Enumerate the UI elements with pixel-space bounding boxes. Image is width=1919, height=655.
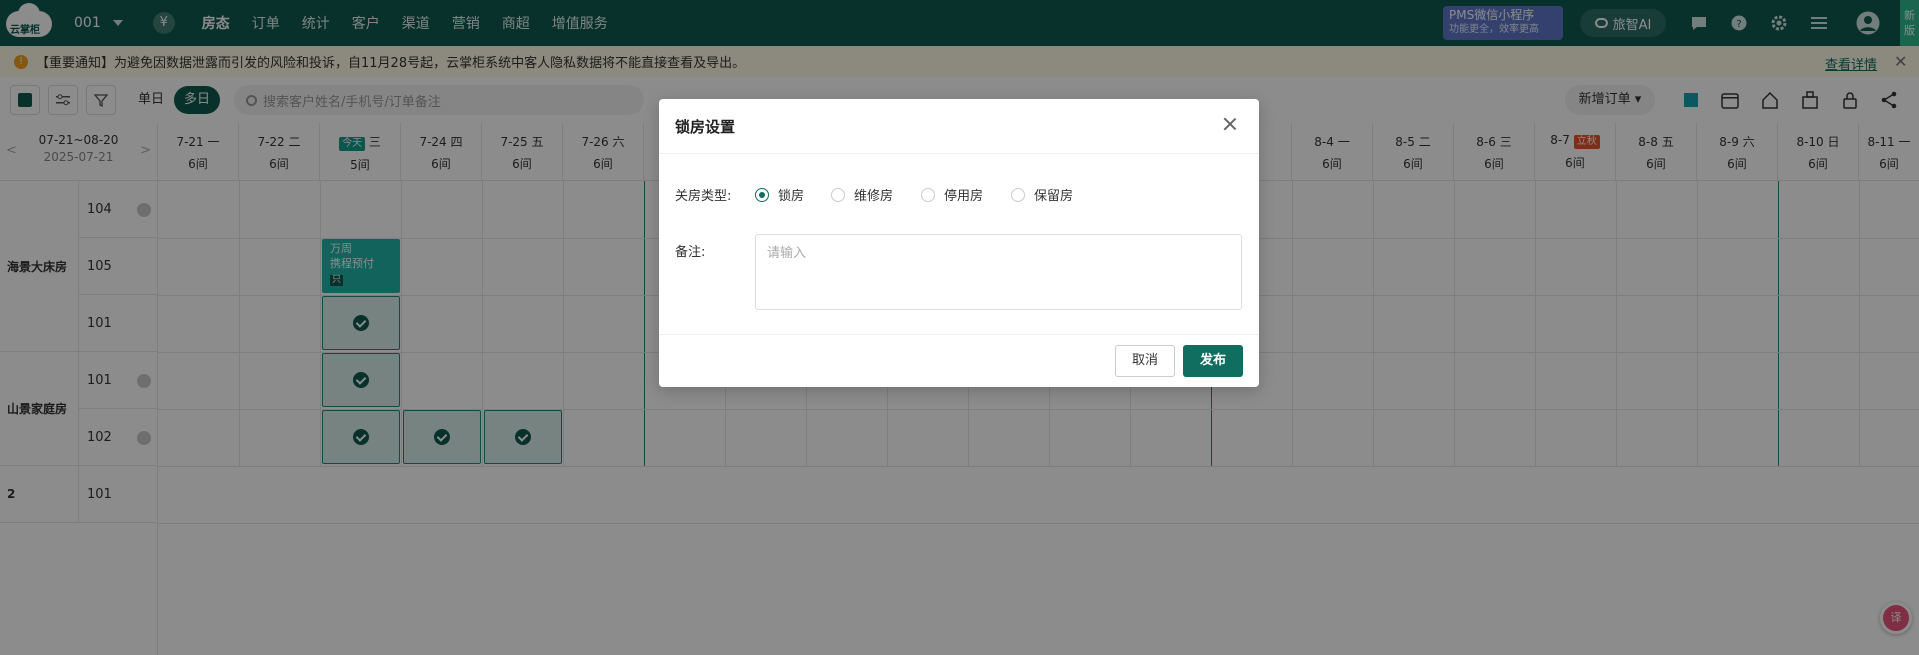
lock-room-dialog: 锁房设置 关房类型: 锁房 维修房 停用房 保留房 备注: 取消 发布 bbox=[659, 99, 1259, 387]
radio-dot bbox=[831, 187, 845, 202]
divider bbox=[659, 153, 1259, 154]
radio-repair-room[interactable]: 维修房 bbox=[831, 185, 893, 204]
radio-reserved-room[interactable]: 保留房 bbox=[1011, 185, 1073, 204]
publish-button[interactable]: 发布 bbox=[1183, 345, 1243, 377]
remark-input[interactable] bbox=[755, 234, 1242, 310]
radio-disabled-room[interactable]: 停用房 bbox=[921, 185, 983, 204]
divider bbox=[659, 334, 1259, 335]
radio-dot bbox=[755, 187, 769, 202]
radio-lock-room[interactable]: 锁房 bbox=[755, 185, 804, 204]
radio-dot bbox=[1011, 187, 1025, 202]
cancel-button[interactable]: 取消 bbox=[1115, 345, 1175, 377]
radio-dot bbox=[921, 187, 935, 202]
dialog-title: 锁房设置 bbox=[675, 118, 736, 136]
close-icon[interactable] bbox=[1222, 116, 1238, 132]
remark-label: 备注: bbox=[675, 245, 706, 260]
close-type-label: 关房类型: bbox=[675, 189, 732, 204]
